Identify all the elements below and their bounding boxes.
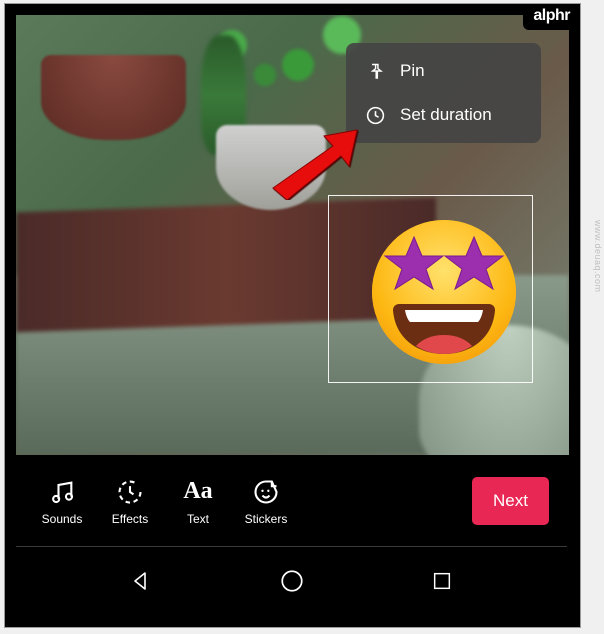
- video-preview[interactable]: Pin Set duration: [16, 15, 569, 455]
- background-cup: [216, 125, 326, 210]
- editor-toolbar: Sounds Effects Aa Text: [16, 455, 567, 547]
- pin-icon: [364, 60, 386, 82]
- app-frame: alphr Pin: [4, 3, 581, 628]
- source-watermark: www.deuaq.com: [593, 220, 603, 293]
- android-home-button[interactable]: [267, 559, 317, 603]
- sticker-context-menu: Pin Set duration: [346, 43, 541, 143]
- sticker-smile-icon: [250, 476, 282, 507]
- effects-clock-icon: [114, 476, 146, 507]
- stickers-button[interactable]: Stickers: [232, 476, 300, 526]
- android-recents-button[interactable]: [417, 559, 467, 603]
- set-duration-label: Set duration: [400, 105, 492, 125]
- star-struck-emoji-sticker[interactable]: [364, 210, 524, 370]
- text-label: Text: [187, 512, 209, 526]
- effects-label: Effects: [112, 512, 148, 526]
- android-back-button[interactable]: [116, 559, 166, 603]
- music-note-icon: [46, 476, 78, 507]
- sounds-label: Sounds: [42, 512, 83, 526]
- pin-option[interactable]: Pin: [346, 49, 541, 93]
- stickers-label: Stickers: [245, 512, 288, 526]
- sounds-button[interactable]: Sounds: [28, 476, 96, 526]
- effects-button[interactable]: Effects: [96, 476, 164, 526]
- clock-icon: [364, 104, 386, 126]
- android-nav-bar: [16, 546, 567, 614]
- next-button[interactable]: Next: [472, 477, 549, 525]
- text-button[interactable]: Aa Text: [164, 476, 232, 526]
- text-aa-icon: Aa: [182, 476, 214, 507]
- pin-label: Pin: [400, 61, 425, 81]
- brand-badge: alphr: [523, 4, 580, 30]
- background-pot: [41, 55, 186, 140]
- set-duration-option[interactable]: Set duration: [346, 93, 541, 137]
